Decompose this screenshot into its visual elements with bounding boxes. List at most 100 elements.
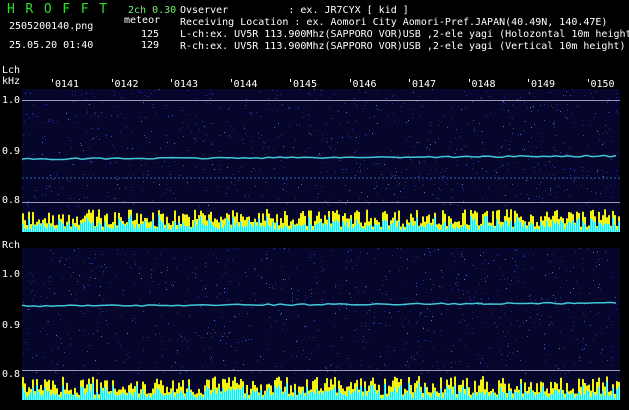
noise-speck (75, 91, 76, 92)
noise-speck (298, 315, 299, 316)
noise-speck (79, 330, 80, 331)
noise-speck (377, 123, 378, 124)
noise-speck (95, 113, 96, 114)
signal-bar-cyan (548, 226, 549, 232)
noise-speck (539, 184, 540, 185)
noise-speck (514, 277, 515, 278)
noise-speck (200, 306, 201, 307)
noise-speck (532, 107, 533, 108)
signal-bar-cyan (462, 386, 463, 400)
noise-speck (423, 184, 424, 185)
signal-bar-cyan (398, 221, 399, 232)
signal-bar-cyan (322, 225, 323, 232)
signal-bar-cyan (470, 398, 471, 400)
noise-speck (204, 126, 205, 127)
noise-speck (383, 285, 384, 286)
signal-bar-cyan (78, 229, 79, 232)
noise-speck (407, 259, 408, 260)
noise-speck (359, 167, 360, 168)
noise-speck (223, 360, 224, 361)
noise-speck (565, 95, 566, 96)
noise-speck (292, 302, 293, 303)
signal-bar-cyan (520, 383, 521, 400)
noise-speck (305, 295, 306, 296)
noise-speck (52, 361, 53, 362)
noise-speck (309, 105, 310, 106)
noise-speck (206, 296, 207, 297)
signal-bar-cyan (334, 387, 335, 400)
noise-speck (558, 186, 559, 187)
noise-speck (393, 95, 394, 96)
noise-speck (159, 333, 160, 334)
signal-bar-cyan (450, 388, 451, 400)
noise-speck (212, 164, 213, 165)
noise-speck (565, 142, 566, 143)
noise-speck (243, 143, 244, 144)
signal-bar-cyan (394, 218, 395, 232)
noise-speck (244, 196, 245, 197)
noise-speck (507, 169, 508, 170)
signal-bar-cyan (70, 393, 71, 400)
noise-speck (320, 94, 321, 95)
noise-speck (145, 117, 146, 118)
noise-speck (214, 169, 215, 170)
noise-speck (110, 162, 111, 163)
noise-speck (464, 279, 465, 280)
signal-bar-cyan (348, 227, 349, 232)
noise-speck (285, 279, 286, 280)
signal-bar-cyan (186, 391, 187, 400)
time-tick-mark (468, 79, 470, 82)
noise-speck (568, 371, 569, 372)
noise-speck (483, 149, 484, 150)
noise-speck (331, 364, 332, 365)
noise-speck (189, 114, 190, 115)
noise-speck (83, 174, 84, 175)
noise-speck (106, 311, 107, 312)
signal-bar-cyan (430, 396, 431, 400)
noise-speck (451, 189, 452, 190)
noise-speck (283, 279, 284, 280)
noise-speck (380, 323, 381, 324)
signal-bar-cyan (346, 396, 347, 400)
noise-speck (473, 120, 474, 121)
noise-speck (360, 164, 361, 165)
signal-bar-cyan (552, 394, 553, 400)
signal-bar-cyan (456, 397, 457, 400)
noise-speck (286, 156, 287, 157)
signal-bar-cyan (62, 223, 63, 232)
noise-speck (115, 333, 116, 334)
signal-bar-cyan (128, 392, 129, 400)
noise-speck (160, 254, 161, 255)
signal-bar-cyan (68, 394, 69, 400)
noise-speck (236, 190, 237, 191)
noise-speck (428, 248, 429, 249)
signal-bar-cyan (200, 395, 201, 400)
noise-speck (259, 138, 260, 139)
signal-bar-cyan (342, 221, 343, 232)
noise-speck (55, 372, 56, 373)
noise-speck (545, 190, 546, 191)
noise-speck (455, 362, 456, 363)
noise-speck (330, 163, 331, 164)
noise-speck (332, 298, 333, 299)
signal-bar-cyan (590, 218, 591, 232)
noise-speck (480, 299, 481, 300)
noise-speck (276, 321, 277, 322)
signal-bar-cyan (540, 391, 541, 400)
noise-speck (224, 365, 225, 366)
noise-speck (583, 135, 584, 136)
signal-bar-cyan (506, 397, 507, 400)
noise-speck (103, 300, 104, 301)
signal-bar-cyan (468, 229, 469, 232)
noise-speck (75, 294, 76, 295)
noise-speck (326, 368, 327, 369)
signal-bar-cyan (522, 226, 523, 232)
signal-bar-cyan (234, 389, 235, 400)
noise-speck (44, 105, 45, 106)
signal-bar-cyan (154, 228, 155, 232)
noise-speck (466, 165, 467, 166)
signal-bar-cyan (22, 387, 23, 400)
noise-speck (361, 192, 362, 193)
signal-bar-cyan (428, 223, 429, 232)
noise-speck (233, 129, 234, 130)
